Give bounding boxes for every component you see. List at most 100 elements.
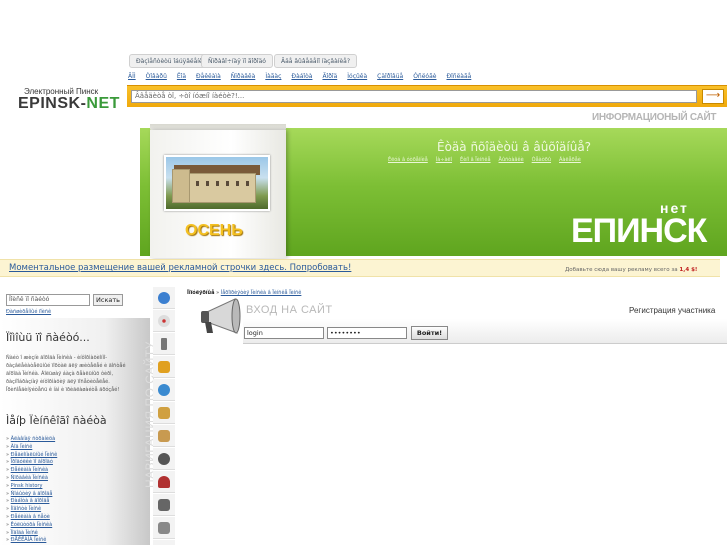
icon-tile[interactable] [153, 402, 175, 424]
hero-links: Êëóá â óòðåííèå Íà÷àëî Êèíî â Ïèíñêå Âûñ… [388, 157, 581, 163]
icon-tile[interactable] [153, 379, 175, 401]
sidebar-menu: » Ãëàâíàÿ ñòðàíèöà » Ãîä Ïèíñê » Ðåãèîíà… [6, 436, 57, 545]
search-input[interactable]: Ââåäèòå òî, ÷òî íóæíî íàéòè?!... [131, 90, 697, 103]
login-button[interactable]: Войти! [411, 326, 448, 340]
sidebar-item-label: Ãëàâíàÿ ñòðàíèöà [10, 436, 56, 442]
category-link[interactable]: Ãîðîä [322, 73, 337, 83]
category-link[interactable]: Ñïðàâêà [231, 73, 256, 83]
icon-tile[interactable] [153, 471, 175, 493]
ad-link[interactable]: Моментальное размещение вашей рекламной … [9, 263, 351, 273]
sidebar-item-label: Ðåêëàìà Ïèíñêà [10, 467, 49, 474]
town-photo[interactable] [164, 155, 270, 211]
photo-window [226, 181, 229, 186]
sidebar-item-label: Ðåêëàìà â ñåòè [10, 513, 50, 520]
gift-icon [158, 407, 170, 419]
photo-tower [172, 169, 190, 203]
file-icon [158, 522, 170, 534]
category-nav: ÃÎÌ Òîâàðû Ëîä Ðåêëàìà Ñïðàâêà Ìàãàç Ðàá… [128, 73, 471, 83]
icon-tile[interactable] [153, 333, 175, 355]
photo-window [196, 181, 199, 186]
season-label: ОСЕНЬ [185, 222, 243, 239]
compass-icon [158, 315, 170, 327]
sidebar-item-label: Êóëüòóðà Ïèíñêà [10, 521, 53, 528]
tower-icon [161, 338, 167, 350]
icon-tile[interactable] [153, 517, 175, 539]
logo-text-net: NET [86, 95, 120, 112]
sidebar-item-label: Ðåãèîíàëüíûé Ïèíñê [10, 451, 58, 458]
menu-heading: Ìåíþ Ïèíñêîãî ñàéòà [6, 414, 107, 427]
icon-tile[interactable] [153, 425, 175, 447]
category-link[interactable]: Ìóçûêà [347, 73, 367, 83]
ad-price-text: Добавьте сюда вашу рекламу всего за [565, 267, 678, 273]
breadcrumb-separator: » [216, 290, 220, 296]
breadcrumb-link[interactable]: Ìåðîïðèÿòèÿ Ïèíñêà â Ïèíñêå Ïèíñê [221, 290, 302, 296]
sidebar-item-label: Ðàáîòà â ãîðîäå [10, 498, 50, 505]
hero-link[interactable]: Êèíî â Ïèíñêå [460, 157, 491, 163]
category-link[interactable]: ÃÎÌ [128, 73, 136, 83]
hero-link[interactable]: Íà÷àëî [436, 157, 452, 163]
sidebar-item[interactable]: » ÐÅÊËÀÌÀ Ïèíñê [6, 537, 57, 545]
sidebar-item[interactable]: » Ðåêëàìà Ïèíñêà [6, 467, 57, 475]
sidebar-item-label: Ïîãîäà Ïèíñê [10, 529, 38, 536]
sidebar-item-label: Íîâîñòè Ïèíñê [10, 506, 42, 513]
category-link[interactable]: Ðîñëàãå [446, 73, 471, 83]
hero-link[interactable]: Âûñòàâêè [499, 157, 524, 163]
category-link[interactable]: Ëîä [177, 73, 186, 83]
map-icon [158, 430, 170, 442]
icon-tile[interactable] [153, 494, 175, 516]
breadcrumb-current: Ïîïóëÿðíûå [187, 290, 215, 296]
sidebar-item-label: ÐÅÊËÀÌÀ Ïèíñê [10, 537, 47, 544]
category-link[interactable]: Òîâàðû [146, 73, 167, 83]
login-title: ВХОД НА САЙТ [246, 304, 333, 316]
info-site-title: ИНФОРМАЦИОНЫЙ САЙТ [592, 112, 717, 123]
photo-window [206, 181, 209, 186]
category-link[interactable]: Ðàáîòà [291, 73, 312, 83]
icon-tile[interactable] [153, 287, 175, 309]
password-field[interactable]: •••••••• [327, 327, 407, 339]
user-icon [158, 384, 170, 396]
site-search-input[interactable]: Ïîèñê ïî ñàéòó [6, 294, 90, 306]
photo-window [236, 181, 239, 186]
where-shown-button[interactable]: Ãäå âûâåäåíî íàçâàíèå? [274, 54, 358, 68]
sidebar-item[interactable]: » Ñïðàâêà Ïèíñêà [6, 475, 57, 483]
page: Электронный Пинск EPINSK-NET Ðàçìåñòèòü … [0, 0, 727, 545]
category-link[interactable]: Çäîðîâüå [377, 73, 403, 83]
sidebar-item[interactable]: » Íîâîñòè Ïèíñê [6, 506, 57, 514]
sidebar-item[interactable]: » Êóëüòóðà Ïèíñêà [6, 522, 57, 530]
photo-window [246, 181, 249, 186]
breadcrumb: Ïîïóëÿðíûå » Ìåðîïðèÿòèÿ Ïèíñêà â Ïèíñêå… [187, 290, 301, 296]
hero-link[interactable]: Ãàëåðåè [559, 157, 581, 163]
icon-tile[interactable] [153, 310, 175, 332]
sidebar-item-label: Ñïðàâêà Ïèíñêà [10, 474, 48, 481]
car-icon [158, 453, 170, 465]
city-directory-button[interactable]: Ñïðàâî÷íàÿ ïî ãîðîäó [201, 54, 273, 68]
help-heading: Ïîìîùü ïî ñàéòó... [6, 331, 90, 344]
search-submit-button[interactable]: ⟶ [702, 89, 724, 104]
sidebar-item-label: Pinsk history [10, 482, 43, 489]
sidebar-item[interactable]: » Pinsk history [6, 483, 57, 491]
site-search-button[interactable]: Искать [93, 294, 123, 306]
hero-link[interactable]: Òåàòðû [532, 157, 551, 163]
hero-link[interactable]: Êëóá â óòðåííèå [388, 157, 428, 163]
category-link[interactable]: Óñëóãè [413, 73, 436, 83]
registration-link[interactable]: Регистрация участника [629, 306, 715, 315]
sidebar-item[interactable]: » Ãëàâíàÿ ñòðàíèöà [6, 436, 57, 444]
right-arrow-icon: ⟶ [705, 90, 721, 101]
sidebar-item[interactable]: » Ðåêëàìà â ñåòè [6, 514, 57, 522]
site-logo[interactable]: EPINSK-NET [18, 95, 120, 113]
category-link[interactable]: Ìàãàç [265, 73, 281, 83]
sidebar-item-label: Ñîáûòèÿ â ãîðîäå [10, 490, 53, 497]
icon-tile[interactable] [153, 448, 175, 470]
icon-tile[interactable] [153, 356, 175, 378]
category-link[interactable]: Ðåêëàìà [196, 73, 221, 83]
ad-strip: Моментальное размещение вашей рекламной … [0, 259, 720, 277]
ad-price-note[interactable]: Добавьте сюда вашу рекламу всего за 1,4 … [565, 267, 697, 273]
logo-text-main: EPINSK- [18, 95, 87, 112]
icon-tile[interactable] [153, 540, 175, 545]
extended-search-link[interactable]: Ðàñøèðåííûé ïîèñê [6, 309, 51, 315]
sidebar-item[interactable]: » Ðàáîòà â ãîðîäå [6, 498, 57, 506]
sidebar-item-label: Ãîä Ïèíñê [10, 443, 33, 450]
megaphone-icon [201, 298, 241, 334]
sidebar-item[interactable]: » Ãîä Ïèíñê [6, 444, 57, 452]
login-field[interactable]: login [244, 327, 324, 339]
